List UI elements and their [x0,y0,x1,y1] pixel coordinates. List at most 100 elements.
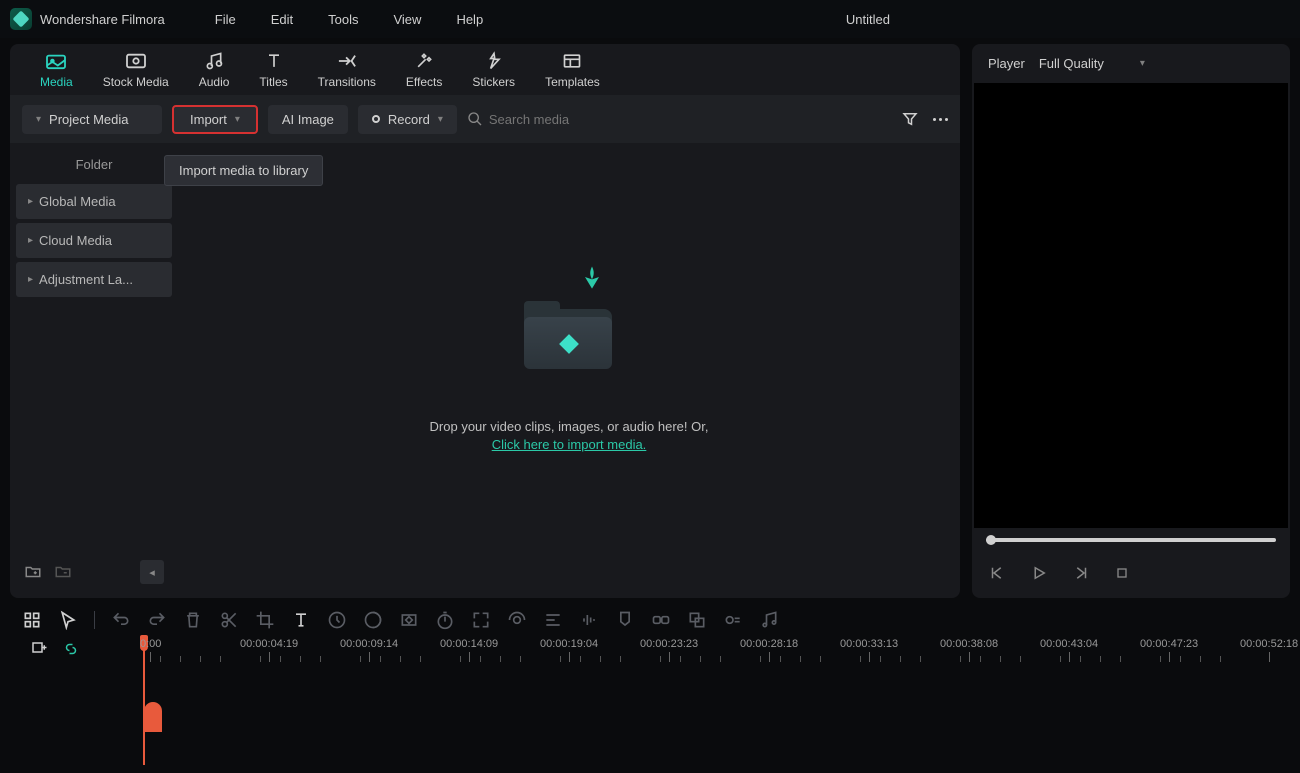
sidebar-item-label: Cloud Media [39,233,112,248]
chevron-down-icon: ▾ [235,114,240,125]
grid-icon[interactable] [22,610,42,630]
video-preview[interactable] [974,83,1288,528]
menu-view[interactable]: View [393,12,421,27]
link-icon[interactable] [62,640,80,658]
tab-effects[interactable]: Effects [406,52,442,95]
link-tool-icon[interactable] [651,610,671,630]
tab-media[interactable]: Media [40,52,73,95]
redo-icon[interactable] [147,610,167,630]
stopwatch-icon[interactable] [435,610,455,630]
tick-label: 00:00:38:08 [940,638,998,650]
align-icon[interactable] [543,610,563,630]
timeline-tracks[interactable] [10,672,1290,750]
record-indicator-icon [372,115,380,123]
prev-frame-icon[interactable] [988,564,1006,582]
expand-icon[interactable] [471,610,491,630]
tick-label: 00:00:14:09 [440,638,498,650]
menu-file[interactable]: File [215,12,236,27]
titles-icon [263,52,285,70]
tick: 00:00:33:13 [840,638,898,662]
ai-image-label: AI Image [282,112,334,127]
tick: 00:00:19:04 [540,638,598,662]
import-button[interactable]: Import ▾ [172,105,258,134]
tab-templates[interactable]: Templates [545,52,600,95]
tab-audio[interactable]: Audio [199,52,230,95]
tab-stickers[interactable]: Stickers [472,52,515,95]
timeline-ruler[interactable]: 0:0000:00:04:1900:00:09:1400:00:14:0900:… [140,638,1290,668]
arrow-down-icon [578,263,606,291]
quality-select[interactable]: Full Quality ▾ [1039,56,1145,71]
tick-label: 00:00:43:04 [1040,638,1098,650]
tab-stickers-label: Stickers [472,75,515,89]
crop-icon[interactable] [255,610,275,630]
music-tool-icon[interactable] [759,610,779,630]
remove-folder-icon[interactable] [54,563,72,581]
record-button[interactable]: Record ▾ [358,105,457,134]
sidebar-item-global-media[interactable]: Global Media [16,184,172,219]
tab-stock-media[interactable]: Stock Media [103,52,169,95]
tick: 00:00:23:23 [640,638,698,662]
project-media-label: Project Media [49,112,128,127]
tab-titles[interactable]: Titles [259,52,287,95]
filter-icon[interactable] [901,110,919,128]
next-frame-icon[interactable] [1072,564,1090,582]
color-icon[interactable] [363,610,383,630]
layers-icon[interactable] [687,610,707,630]
undo-icon[interactable] [111,610,131,630]
stock-media-icon [125,52,147,70]
ai-image-button[interactable]: AI Image [268,105,348,134]
sidebar-item-cloud-media[interactable]: Cloud Media [16,223,172,258]
tick: 00:00:52:18 [1240,638,1298,662]
import-tooltip: Import media to library [164,155,323,186]
titlebar: Wondershare Filmora File Edit Tools View… [0,0,1300,38]
pointer-icon[interactable] [58,610,78,630]
chevron-down-icon: ▾ [1140,58,1145,69]
menu-tools[interactable]: Tools [328,12,358,27]
speed-icon[interactable] [327,610,347,630]
collapse-sidebar-button[interactable]: ◂ [140,560,164,584]
search-input[interactable] [489,112,689,127]
track-marker[interactable] [144,702,162,732]
timeline-toolbar [10,602,1290,638]
media-drop-area[interactable]: Import media to library Drop your video … [178,143,960,598]
media-sidebar: Folder Global Media Cloud Media Adjustme… [10,143,178,598]
templates-icon [561,52,583,70]
add-folder-icon[interactable] [24,563,42,581]
timeline-panel: 0:0000:00:04:1900:00:09:1400:00:14:0900:… [0,598,1300,760]
track-tool-icon[interactable] [723,610,743,630]
add-track-icon[interactable] [30,640,48,658]
tab-templates-label: Templates [545,75,600,89]
media-tabs: Media Stock Media Audio Titles [10,44,960,95]
menu-help[interactable]: Help [456,12,483,27]
tick-label: 00:00:33:13 [840,638,898,650]
menu-bar: File Edit Tools View Help [215,12,483,27]
play-icon[interactable] [1030,564,1048,582]
app-name: Wondershare Filmora [40,12,165,27]
tab-transitions[interactable]: Transitions [318,52,376,95]
text-icon[interactable] [291,610,311,630]
tick: 00:00:14:09 [440,638,498,662]
effects-icon [413,52,435,70]
mask-icon[interactable] [507,610,527,630]
stop-icon[interactable] [1114,565,1130,581]
marker-icon[interactable] [615,610,635,630]
audio-icon [203,52,225,70]
project-media-button[interactable]: ▾ Project Media [22,105,162,134]
folder-heading: Folder [16,149,172,180]
playback-slider[interactable] [972,528,1290,552]
import-folder-graphic [524,289,614,369]
media-icon [45,52,67,70]
split-icon[interactable] [219,610,239,630]
sidebar-item-adjustment-layer[interactable]: Adjustment La... [16,262,172,297]
menu-edit[interactable]: Edit [271,12,293,27]
import-link[interactable]: Click here to import media. [492,437,647,452]
tick: 00:00:28:18 [740,638,798,662]
transitions-icon [336,52,358,70]
delete-icon[interactable] [183,610,203,630]
tick-label: 00:00:19:04 [540,638,598,650]
audio-adjust-icon[interactable] [579,610,599,630]
tab-audio-label: Audio [199,75,230,89]
tab-media-label: Media [40,75,73,89]
keyframe-icon[interactable] [399,610,419,630]
more-icon[interactable] [933,118,948,121]
